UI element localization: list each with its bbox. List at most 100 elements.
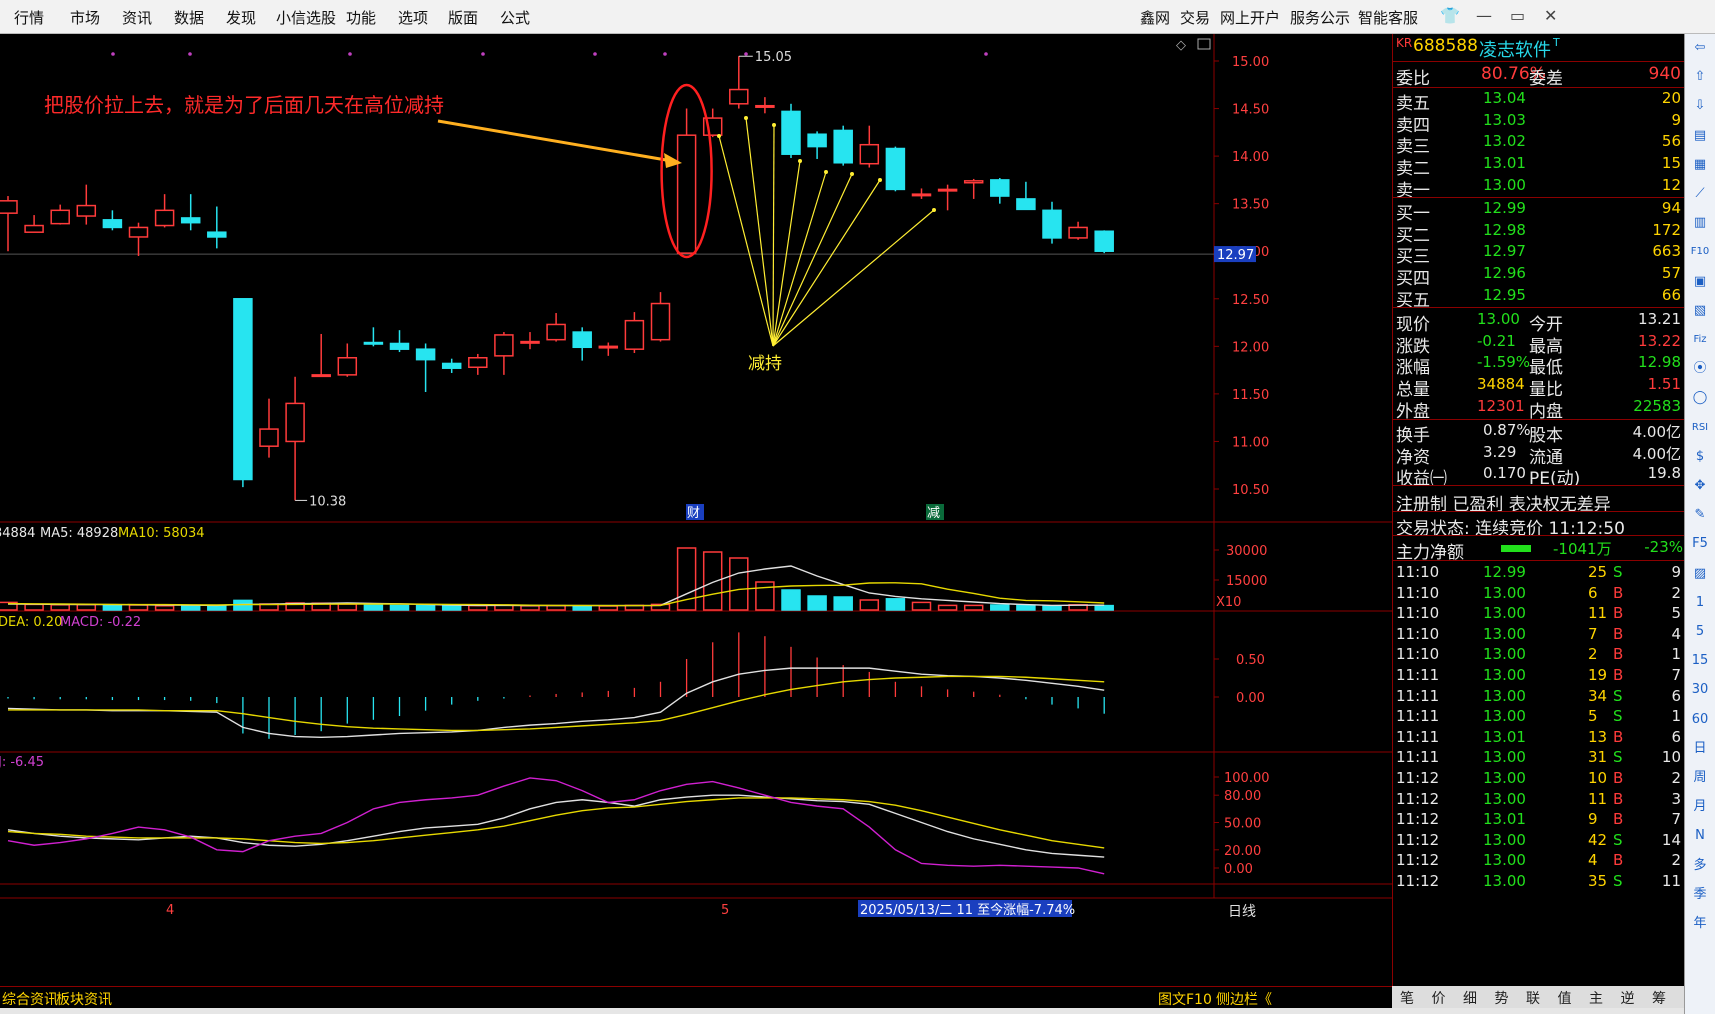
candle	[441, 362, 462, 369]
candle	[963, 180, 984, 184]
tab-sidebar[interactable]: 侧边栏《	[1216, 989, 1272, 1009]
tool-button[interactable]: 季	[1688, 883, 1712, 907]
detail-tab[interactable]: 价	[1432, 988, 1446, 1008]
tick-side: S	[1613, 707, 1623, 726]
tick-time: 11:11	[1396, 686, 1440, 705]
kdj-tick-label: 80.00	[1224, 789, 1261, 804]
tool-button[interactable]: ⇦	[1688, 36, 1712, 60]
tool-button[interactable]: N	[1688, 824, 1712, 848]
tool-button[interactable]: ▣	[1688, 270, 1712, 294]
tool-button[interactable]: 周	[1688, 766, 1712, 790]
menu-item-right[interactable]: 鑫网	[1140, 7, 1170, 28]
y-tick-label: 12.50	[1232, 293, 1269, 308]
menu-item[interactable]: 资讯	[122, 7, 152, 28]
diamond-icon: ◇	[1176, 38, 1186, 53]
tab-f10[interactable]: 图文F10	[1158, 989, 1212, 1009]
detail-tab[interactable]: 势	[1495, 988, 1509, 1008]
tool-button[interactable]: ⇩	[1688, 94, 1712, 118]
menu-item-right[interactable]: 网上开户	[1220, 7, 1280, 28]
tool-button[interactable]: ▨	[1688, 562, 1712, 586]
detail-tab[interactable]: 主	[1589, 988, 1603, 1008]
detail-tab[interactable]: 细	[1463, 988, 1477, 1008]
detail-tab[interactable]: 逆	[1621, 988, 1635, 1008]
menu-item[interactable]: 选项	[398, 7, 428, 28]
detail-tab[interactable]: 笔	[1400, 988, 1414, 1008]
tab-comprehensive-news[interactable]: 综合资讯	[2, 989, 58, 1009]
tool-button[interactable]: ✥	[1688, 474, 1712, 498]
menu-item-right[interactable]: 智能客服	[1358, 7, 1418, 28]
tool-button[interactable]: ⟋	[1688, 182, 1712, 206]
tick-count: 6	[1671, 686, 1681, 705]
ask-row: 卖一 13.00 12	[1393, 175, 1685, 201]
menu-item[interactable]: 数据	[174, 7, 204, 28]
fund-row: 收益㈠ 0.170 PE(动) 19.8	[1393, 463, 1685, 489]
candle	[128, 226, 149, 238]
tick-price: 13.00	[1483, 645, 1526, 664]
minimize-icon[interactable]: —	[1476, 6, 1492, 25]
d-line	[7, 797, 1105, 849]
tool-button[interactable]: 15	[1688, 649, 1712, 673]
tool-button[interactable]: 60	[1688, 708, 1712, 732]
tool-button[interactable]: F5	[1688, 532, 1712, 556]
market-tag: KR	[1396, 36, 1413, 50]
menu-item[interactable]: 市场	[70, 7, 100, 28]
tool-button[interactable]: 多	[1688, 854, 1712, 878]
ma5-line	[7, 565, 1105, 607]
sell-fan-head	[717, 134, 721, 138]
tool-button[interactable]: ◯	[1688, 386, 1712, 410]
detail-tab[interactable]: 筹	[1652, 988, 1666, 1008]
tool-button[interactable]: ▧	[1688, 299, 1712, 323]
tool-button[interactable]: ⇧	[1688, 65, 1712, 89]
chart-area[interactable]: 15.0014.5014.0013.5013.0012.5012.0011.50…	[0, 34, 1392, 986]
tool-button[interactable]: 日	[1688, 737, 1712, 761]
volume-bar	[207, 605, 227, 611]
tick-price: 13.01	[1483, 727, 1526, 746]
tick-price: 13.00	[1483, 872, 1526, 890]
tool-button[interactable]: ▦	[1688, 153, 1712, 177]
candle	[233, 298, 253, 481]
volume-tick-label: 30000	[1226, 544, 1267, 559]
skin-icon[interactable]: 👕	[1440, 6, 1460, 25]
tool-button[interactable]: ▥	[1688, 211, 1712, 235]
tool-button[interactable]: 年	[1688, 912, 1712, 936]
tick-side: S	[1613, 748, 1623, 767]
maximize-icon[interactable]: ▭	[1510, 6, 1525, 25]
bid-volume: 57	[1661, 264, 1681, 283]
tool-button[interactable]: ⦿	[1688, 357, 1712, 381]
ask-row: 卖四 13.03 9	[1393, 110, 1685, 136]
tool-button[interactable]: Fiz	[1688, 328, 1712, 352]
detail-tab[interactable]: 值	[1558, 988, 1572, 1008]
tool-button[interactable]: $	[1688, 445, 1712, 469]
tab-sector-news[interactable]: 板块资讯	[56, 989, 112, 1009]
tool-button[interactable]: 月	[1688, 795, 1712, 819]
candle	[76, 204, 97, 217]
volume-bar	[389, 604, 410, 611]
tool-button[interactable]: F10	[1688, 240, 1712, 264]
kline-chart[interactable]: 15.0014.5014.0013.5013.0012.5012.0011.50…	[0, 34, 1392, 986]
tool-button[interactable]: 30	[1688, 678, 1712, 702]
bid-row: 买一 12.99 94	[1393, 198, 1685, 224]
candle	[180, 217, 201, 224]
menu-item[interactable]: 行情	[14, 7, 44, 28]
detail-tab[interactable]: 联	[1526, 988, 1540, 1008]
candle	[102, 219, 123, 229]
tool-button[interactable]: ▤	[1688, 124, 1712, 148]
tool-button[interactable]: ✎	[1688, 503, 1712, 527]
close-icon[interactable]: ✕	[1544, 6, 1557, 25]
menu-item[interactable]: 公式	[500, 7, 530, 28]
menu-item[interactable]: 版面	[448, 7, 478, 28]
tool-button[interactable]: 5	[1688, 620, 1712, 644]
menu-item[interactable]: 发现	[226, 7, 256, 28]
ask-price: 13.04	[1483, 89, 1526, 107]
bid-price: 12.95	[1483, 285, 1526, 304]
tool-button[interactable]: 1	[1688, 591, 1712, 615]
menu-item-right[interactable]: 交易	[1180, 7, 1210, 28]
menu-item[interactable]: 小信选股	[276, 7, 336, 28]
stat-row: 涨跌 -0.21 最高 13.22	[1393, 331, 1685, 357]
volume-bar	[1094, 604, 1114, 611]
ask-price: 13.03	[1483, 110, 1526, 129]
menu-item[interactable]: 功能	[346, 7, 376, 28]
candle	[676, 134, 697, 254]
menu-item-right[interactable]: 服务公示	[1290, 7, 1350, 28]
tool-button[interactable]: RSI	[1688, 416, 1712, 440]
